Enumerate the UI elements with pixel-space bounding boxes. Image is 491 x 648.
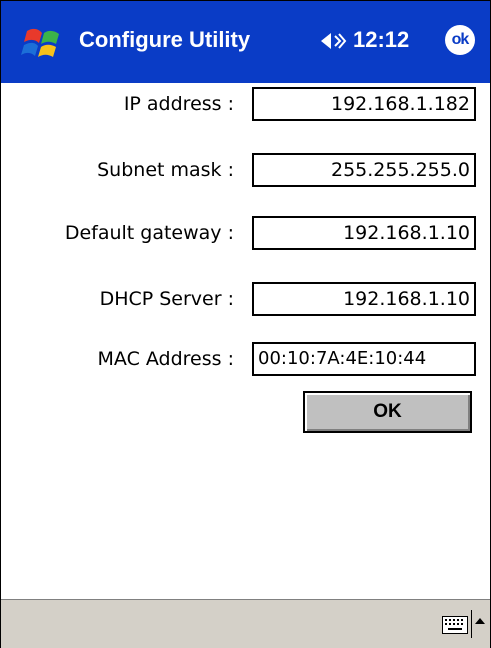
app-title: Configure Utility xyxy=(79,27,251,52)
speaker-icon[interactable] xyxy=(319,30,347,52)
ok-title-button[interactable]: ok xyxy=(445,25,475,55)
clock[interactable]: 12:12 xyxy=(353,25,409,55)
sip-arrow-icon[interactable] xyxy=(475,617,485,625)
subnet-mask-field[interactable]: 255.255.255.0 xyxy=(252,153,476,187)
dhcp-server-label: DHCP Server : xyxy=(99,288,234,310)
subnet-mask-label: Subnet mask : xyxy=(97,159,234,181)
windows-flag-icon[interactable] xyxy=(21,21,65,65)
ip-address-field[interactable]: 192.168.1.182 xyxy=(252,87,476,121)
pocketpc-screen: Configure Utility 12:12 ok IP address : … xyxy=(0,0,491,648)
mac-address-label: MAC Address : xyxy=(97,348,234,370)
title-bar: Configure Utility 12:12 ok xyxy=(1,1,490,83)
keyboard-icon[interactable] xyxy=(442,616,468,634)
ok-button[interactable]: OK xyxy=(303,391,472,433)
ip-address-label: IP address : xyxy=(123,93,234,115)
dhcp-server-field[interactable]: 192.168.1.10 xyxy=(252,282,476,316)
sip-divider xyxy=(471,610,472,638)
default-gateway-label: Default gateway : xyxy=(64,222,234,244)
mac-address-field[interactable]: 00:10:7A:4E:10:44 xyxy=(252,342,476,376)
default-gateway-field[interactable]: 192.168.1.10 xyxy=(252,216,476,250)
bottom-menu-bar xyxy=(1,599,490,648)
